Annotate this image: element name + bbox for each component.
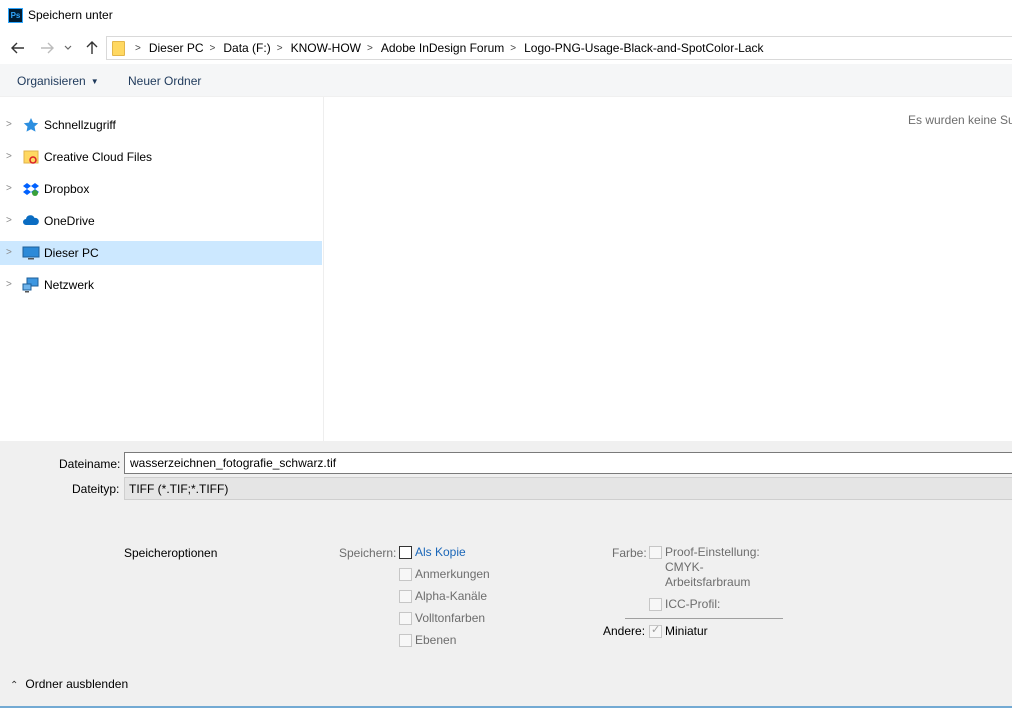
proof-setup-checkbox[interactable] [649,546,662,559]
navigation-bar: > Dieser PC > Data (F:) > KNOW-HOW > Ado… [0,32,1012,64]
breadcrumb-item-this-pc[interactable]: Dieser PC [149,41,204,55]
empty-results-message: Es wurden keine Suc [908,113,1012,127]
sidebar-item-this-pc[interactable]: > Dieser PC [0,241,322,265]
creative-cloud-folder-icon [23,150,39,164]
chevron-right-icon[interactable]: > [6,151,12,162]
breadcrumb-item-indesign-forum[interactable]: Adobe InDesign Forum [381,41,504,55]
arrow-right-icon [41,42,54,54]
color-group-label: Farbe: [612,546,647,560]
breadcrumb-item-know-how[interactable]: KNOW-HOW [291,41,361,55]
arrow-left-icon [11,42,24,54]
chevron-right-icon[interactable]: > [6,279,12,290]
sidebar-item-label: Dieser PC [44,246,99,260]
proof-setup-label-line2: CMYK- [665,560,704,574]
sidebar-item-label: OneDrive [44,214,95,228]
save-options-title: Speicheroptionen [124,546,218,560]
hide-folders-label: Ordner ausblenden [25,677,129,691]
network-icon [22,277,39,293]
forward-button[interactable] [37,38,57,58]
icc-profile-checkbox[interactable] [649,598,662,611]
thumbnail-checkbox[interactable] [649,623,662,638]
options-divider [625,618,783,619]
window-title: Speichern unter [28,8,113,22]
save-options-panel: Dateiname: Dateityp: TIFF (*.TIF;*.TIFF)… [0,441,1012,708]
sidebar-item-quick-access[interactable]: > Schnellzugriff [0,113,322,137]
sidebar-item-label: Netzwerk [44,278,95,292]
filename-label: Dateiname: [59,457,121,471]
breadcrumb-separator-icon[interactable]: > [204,43,224,54]
filename-input[interactable] [124,452,1012,474]
address-bar[interactable]: > Dieser PC > Data (F:) > KNOW-HOW > Ado… [106,36,1012,60]
proof-setup-label-line1: Proof-Einstellung: [665,545,760,559]
dropbox-icon [23,183,39,196]
breadcrumb-separator-icon[interactable]: > [271,43,291,54]
back-button[interactable] [8,38,28,58]
other-group-label: Andere: [603,624,646,638]
sidebar-item-network[interactable]: > Netzwerk [0,273,322,297]
chevron-up-icon: ⌃ [10,680,19,691]
filetype-label: Dateityp: [72,482,120,496]
chevron-right-icon[interactable]: > [6,247,12,258]
alpha-channels-label: Alpha-Kanäle [415,589,488,603]
layers-checkbox[interactable] [399,634,412,647]
folder-icon [112,41,125,56]
annotations-checkbox[interactable] [399,568,412,581]
chevron-down-icon [64,45,72,50]
sidebar-item-label: Schnellzugriff [44,118,116,132]
sidebar-item-label: Dropbox [44,182,90,196]
sidebar-item-creative-cloud-files[interactable]: > Creative Cloud Files [0,145,322,169]
breadcrumb-item-data-drive[interactable]: Data (F:) [223,41,270,55]
filetype-select[interactable]: TIFF (*.TIF;*.TIFF) [124,477,1012,500]
breadcrumb: > Dieser PC > Data (F:) > KNOW-HOW > Ado… [129,37,764,59]
onedrive-cloud-icon [23,215,39,225]
annotations-label: Anmerkungen [415,567,490,581]
recent-locations-button[interactable] [61,38,75,58]
arrow-up-icon [86,41,98,54]
up-button[interactable] [82,38,102,58]
computer-icon [22,246,40,260]
as-copy-label[interactable]: Als Kopie [415,545,466,560]
breadcrumb-separator-icon[interactable]: > [361,43,381,54]
breadcrumb-separator-icon[interactable]: > [504,43,524,54]
star-icon [23,118,39,132]
breadcrumb-separator-icon: > [135,42,141,54]
as-copy-checkbox[interactable] [399,546,412,559]
breadcrumb-item-current-folder[interactable]: Logo-PNG-Usage-Black-and-SpotColor-Lack [524,41,763,55]
thumbnail-label: Miniatur [665,624,708,638]
alpha-channels-checkbox[interactable] [399,590,412,603]
sidebar-item-label: Creative Cloud Files [44,150,153,164]
proof-setup-label-line3: Arbeitsfarbraum [665,575,751,589]
chevron-right-icon[interactable]: > [6,183,12,194]
save-group-label: Speichern: [339,546,397,560]
organize-button[interactable]: Organisieren ▼ [17,74,99,88]
navigation-pane: > Schnellzugriff > Creative Cloud Files … [0,97,324,441]
organize-label: Organisieren [17,74,86,88]
caret-down-icon: ▼ [90,77,99,87]
chevron-right-icon[interactable]: > [6,119,12,130]
sidebar-item-onedrive[interactable]: > OneDrive [0,209,322,233]
file-list-pane[interactable]: Es wurden keine Suc [325,97,1012,441]
spot-colors-label: Volltonfarben [415,611,486,625]
spot-colors-checkbox[interactable] [399,612,412,625]
title-bar: Ps Speichern unter [0,0,1012,32]
sidebar-item-dropbox[interactable]: > Dropbox [0,177,322,201]
hide-folders-button[interactable]: ⌃ Ordner ausblenden [10,677,128,691]
chevron-right-icon[interactable]: > [6,215,12,226]
new-folder-button[interactable]: Neuer Ordner [128,74,201,88]
layers-label: Ebenen [415,633,457,647]
icc-profile-label: ICC-Profil: [665,597,721,611]
photoshop-app-icon: Ps [8,8,23,23]
command-bar: Organisieren ▼ Neuer Ordner [0,64,1012,97]
